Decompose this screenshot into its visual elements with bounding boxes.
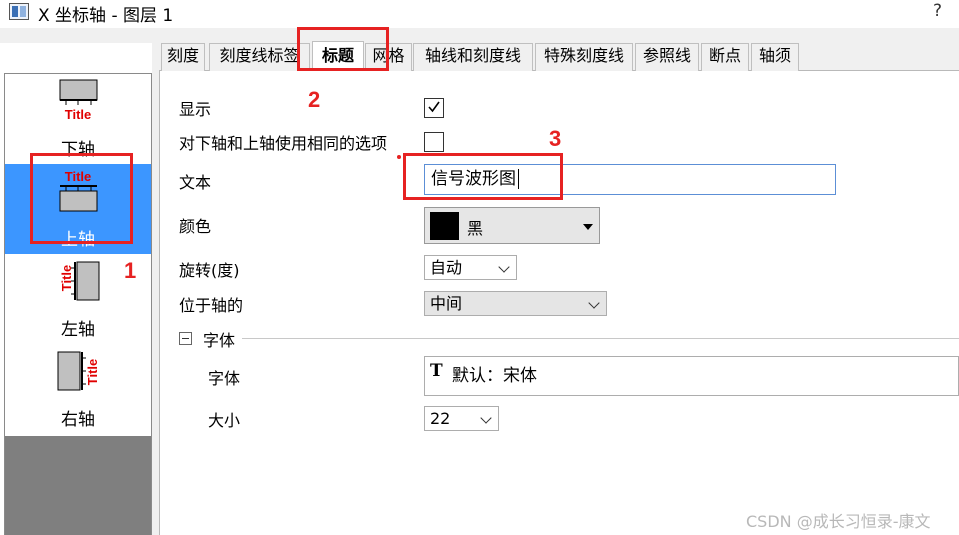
- top-band: [0, 28, 959, 43]
- size-select[interactable]: 22: [424, 406, 499, 431]
- title-text-input[interactable]: 信号波形图: [424, 164, 836, 195]
- axis-list: Title 下轴 Title 上轴 Title 左轴 Title 右轴: [4, 73, 152, 535]
- text-caret: [518, 169, 519, 189]
- title-text-value: 信号波形图: [431, 169, 516, 189]
- text-label: 文本: [179, 173, 212, 192]
- title-bar: X 坐标轴 - 图层 1 ?: [0, 0, 959, 28]
- color-label: 颜色: [179, 217, 212, 236]
- show-checkbox[interactable]: [424, 98, 444, 118]
- color-swatch: [430, 212, 459, 240]
- size-value: 22: [430, 409, 451, 428]
- position-select[interactable]: 中间: [424, 291, 607, 316]
- checkmark-icon: [428, 101, 440, 113]
- svg-text:Title: Title: [59, 265, 74, 292]
- axis-item-top[interactable]: Title 上轴: [5, 164, 151, 254]
- right-axis-icon: Title: [57, 351, 100, 391]
- same-options-checkbox[interactable]: [424, 132, 444, 152]
- tab-title[interactable]: 标题: [312, 41, 364, 70]
- window-title: X 坐标轴 - 图层 1: [38, 6, 174, 26]
- watermark: CSDN @成长习恒录-康文: [746, 512, 931, 531]
- dropdown-arrow-icon: [583, 224, 593, 230]
- svg-text:Title: Title: [65, 107, 92, 122]
- tab-grid[interactable]: 网格: [365, 43, 412, 71]
- axis-label-left: 左轴: [61, 320, 95, 340]
- tab-tick-labels[interactable]: 刻度线标签: [209, 43, 310, 71]
- color-value: 黑: [467, 219, 484, 238]
- app-window-icon: [9, 3, 29, 20]
- tab-line-and-ticks[interactable]: 轴线和刻度线: [413, 43, 533, 71]
- bottom-axis-icon: Title: [59, 79, 98, 122]
- group-divider: [242, 338, 959, 339]
- font-label: 字体: [208, 369, 241, 388]
- annotation-number-2: 2: [308, 87, 321, 112]
- axis-label-bottom: 下轴: [61, 140, 95, 160]
- axis-label-right: 右轴: [61, 410, 95, 430]
- top-axis-icon: Title: [59, 169, 98, 212]
- position-value: 中间: [430, 294, 463, 313]
- help-button[interactable]: ?: [933, 1, 942, 21]
- size-label: 大小: [208, 411, 241, 430]
- tab-special-ticks[interactable]: 特殊刻度线: [535, 43, 633, 71]
- tab-bar: 刻度 刻度线标签 标题 网格 轴线和刻度线 特殊刻度线 参照线 断点 轴须: [159, 41, 959, 71]
- tab-breaks[interactable]: 断点: [701, 43, 749, 71]
- svg-text:Title: Title: [65, 169, 92, 184]
- tab-reference-lines[interactable]: 参照线: [635, 43, 699, 71]
- axis-item-right[interactable]: Title 右轴: [5, 344, 151, 434]
- annotation-number-3: 3: [549, 126, 562, 151]
- font-value: 默认：宋体: [452, 366, 537, 386]
- axis-list-empty-area: [5, 436, 151, 535]
- chevron-down-icon: [498, 261, 510, 273]
- axis-label-top: 上轴: [61, 230, 95, 250]
- annotation-dot: [397, 155, 401, 159]
- collapse-icon[interactable]: [179, 332, 192, 345]
- color-dropdown[interactable]: 黑: [424, 207, 600, 244]
- position-label: 位于轴的: [179, 296, 244, 315]
- svg-text:Title: Title: [85, 359, 100, 386]
- truetype-font-icon: T: [430, 361, 443, 381]
- annotation-number-1: 1: [124, 258, 137, 283]
- chevron-down-icon: [480, 412, 492, 424]
- rotation-value: 自动: [430, 258, 463, 277]
- tab-rug[interactable]: 轴须: [751, 43, 799, 71]
- font-group-label: 字体: [203, 331, 236, 350]
- rotation-select[interactable]: 自动: [424, 255, 517, 280]
- tab-scale[interactable]: 刻度: [161, 43, 205, 71]
- show-label: 显示: [179, 100, 212, 119]
- same-options-label: 对下轴和上轴使用相同的选项: [179, 134, 388, 153]
- axis-item-bottom[interactable]: Title 下轴: [5, 74, 151, 164]
- chevron-down-icon: [588, 297, 600, 309]
- font-select[interactable]: T 默认：宋体: [424, 356, 959, 396]
- rotation-label: 旋转(度): [179, 261, 240, 280]
- divider-strip: [152, 43, 159, 535]
